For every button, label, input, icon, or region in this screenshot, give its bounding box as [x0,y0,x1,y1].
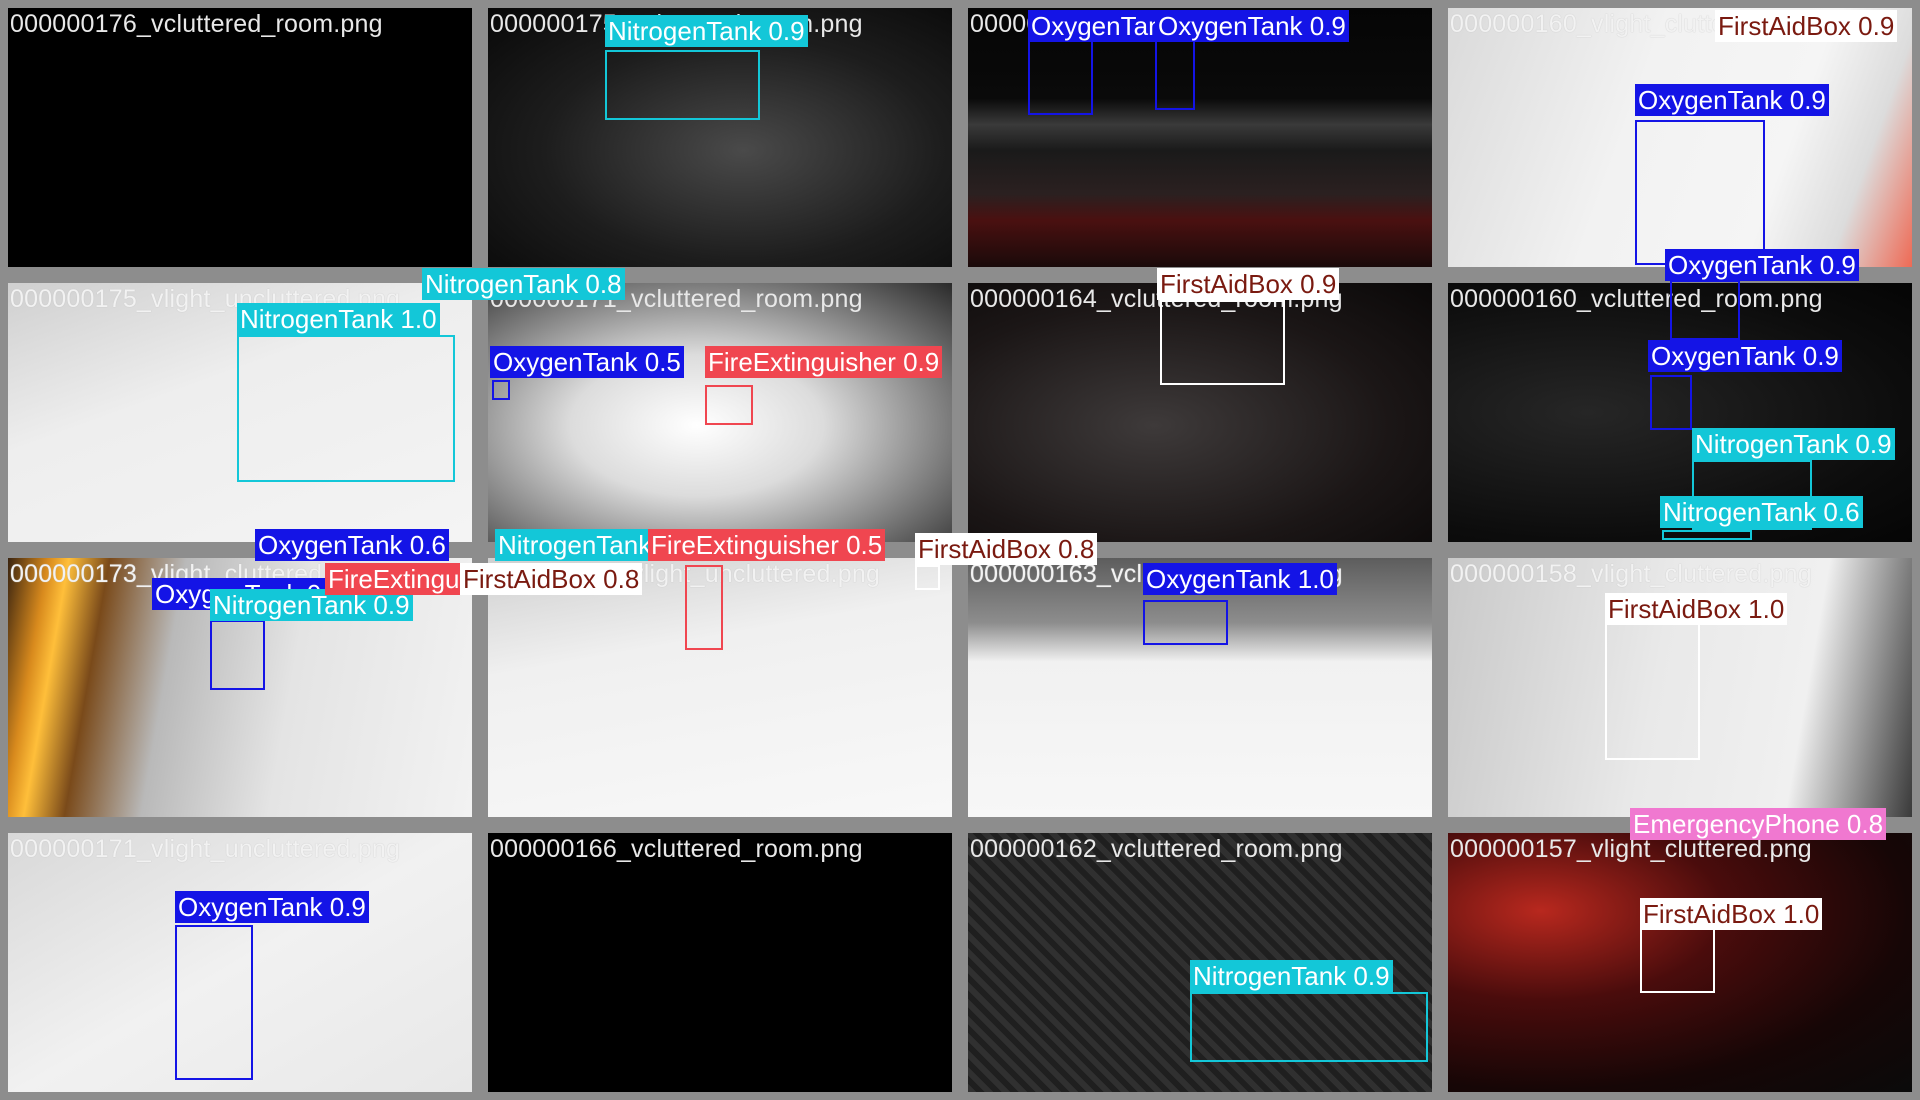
detection-label: FirstAidBox 0.9 [1157,268,1340,300]
detection-box [1650,375,1692,430]
detection-box [1028,40,1093,115]
detection-box [210,620,265,690]
detection-box [1160,300,1285,385]
detection-label: OxygenTank 0.9 [175,891,369,923]
detection-label: NitrogenTank 0.8 [422,268,625,300]
detection-label: OxygenTank 0.9 [1665,249,1859,281]
detection-label: NitrogenTank 0.9 [605,15,808,47]
detection-label: OxygenTank 0.9 [1155,10,1349,42]
detection-label: NitrogenTank 0.6 [1660,496,1863,528]
detection-label: OxygenTank 0.9 [1635,84,1829,116]
detection-box [1605,620,1700,760]
detection-label: FirstAidBox 1.0 [1605,593,1788,625]
detection-label: OxygenTank 1.0 [1143,563,1337,595]
detection-box [1190,992,1428,1062]
detection-box [1640,925,1715,993]
detection-box [237,335,455,482]
detection-box [915,565,940,590]
detection-label: OxygenTank 0.6 [255,529,449,561]
detection-label: FirstAidBox 0.8 [460,563,643,595]
detection-box [492,380,510,400]
detection-box [1662,530,1752,540]
detection-box [175,925,253,1080]
detection-label: FirstAidBox 1.0 [1640,898,1823,930]
detection-label: FireExtinguisher 0.9 [705,346,943,378]
detection-box [1635,120,1765,265]
detection-box [605,50,760,120]
detections-overlay: NitrogenTank 0.9 OxygenTank 0.9 OxygenTank… [0,0,1920,1100]
detection-label: NitrogenTank 0.9 [1190,960,1393,992]
detection-label: OxygenTank 0.5 [490,346,684,378]
detection-box [1155,40,1195,110]
detection-label: FirstAidBox 0.8 [915,533,1098,565]
detection-label: FirstAidBox 0.9 [1715,10,1898,42]
detection-box [705,385,753,425]
detection-label: NitrogenTank 0.9 [1692,428,1895,460]
detection-label: OxygenTank 0.9 [1648,340,1842,372]
detection-label: NitrogenTank 1.0 [237,303,440,335]
detection-box [1670,280,1740,340]
detection-label: EmergencyPhone 0.8 [1630,808,1887,840]
detection-box [1143,600,1228,645]
detection-label: FireExtinguisher 0.5 [648,529,886,561]
detection-box [685,565,723,650]
